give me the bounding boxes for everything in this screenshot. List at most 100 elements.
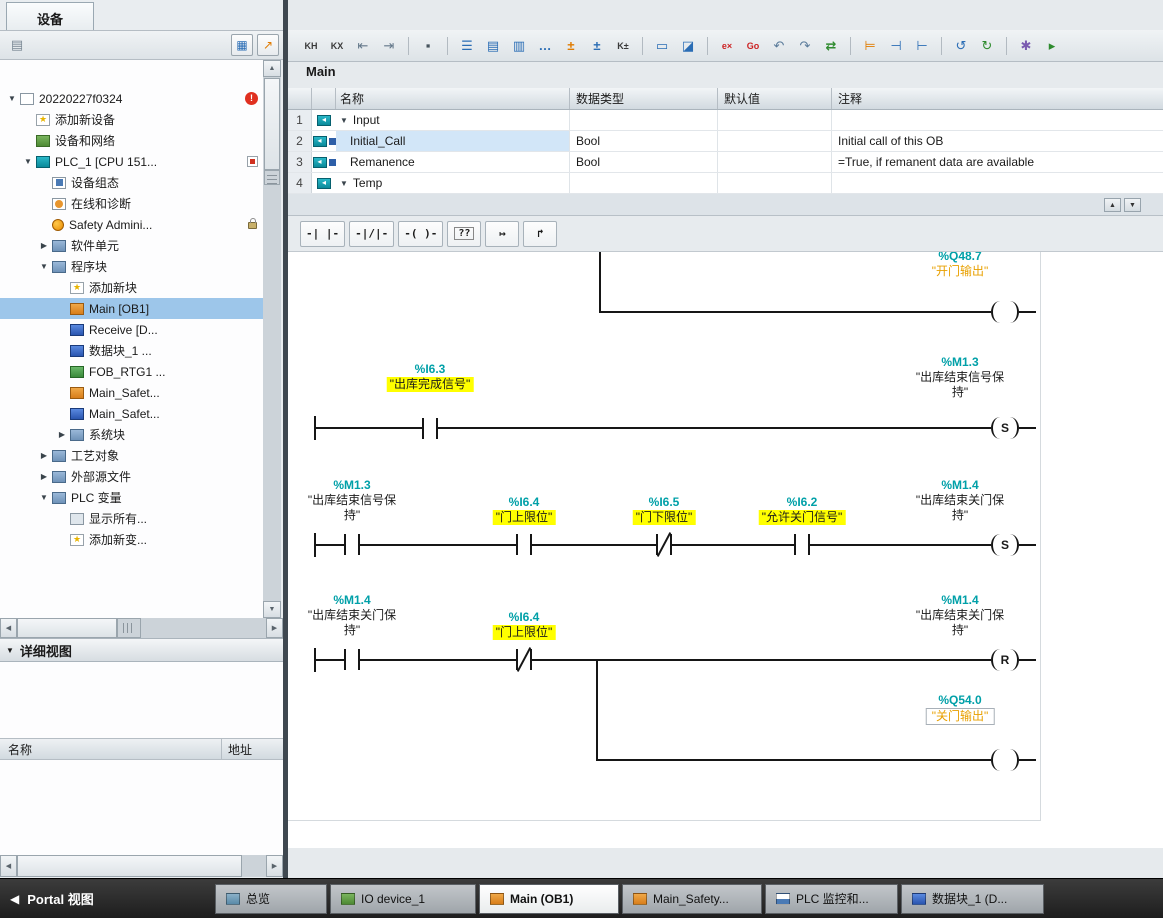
tree-item-program-blocks[interactable]: ▼ 程序块 [0,256,263,277]
detail-view-button[interactable]: ▦ [231,34,253,56]
settings-icon[interactable]: ✱ [1015,35,1037,57]
insert-input-icon[interactable]: ⊨ [859,35,881,57]
col-comment[interactable]: 注释 [832,88,1163,109]
palette-close-branch-button[interactable]: ↱ [523,221,557,247]
task-plc-monitor[interactable]: PLC 监控和... [765,884,898,914]
expander-icon[interactable]: ▶ [54,430,70,439]
scroll-right-button[interactable]: ▶ [266,618,283,638]
interface-icon[interactable]: ▪ [417,35,439,57]
jump-forward-icon[interactable]: ↷ [794,35,816,57]
goto-error-icon[interactable]: e× [716,35,738,57]
hscroll-thumb[interactable] [17,855,242,877]
hscroll-thumb[interactable] [17,618,117,638]
coil-close-door[interactable] [991,749,1019,771]
set-coil[interactable]: S [991,417,1019,439]
tree-item-tech-objects[interactable]: ▶ 工艺对象 [0,445,263,466]
collapse-up-button[interactable]: ▲ [1104,198,1121,212]
collapse-networks-icon[interactable]: ▥ [508,35,530,57]
table-row[interactable]: 3 Remanence Bool =True, if remanent data… [288,152,1163,173]
expander-icon[interactable]: ▼ [340,179,348,188]
empty-box-icon[interactable]: ▭ [651,35,673,57]
expander-icon[interactable]: ▶ [36,451,52,460]
col-name[interactable]: 名称 [336,88,570,109]
tree-item-external-sources[interactable]: ▶ 外部源文件 [0,466,263,487]
goto-definition-icon[interactable]: Go [742,35,764,57]
operand-label[interactable]: %M1.4 "出库结束关门保持" [911,478,1009,523]
absolute-operands-icon[interactable]: ± [560,35,582,57]
tree-item-main-ob1[interactable]: Main [OB1] [0,298,263,319]
tree-item-plc-tags[interactable]: ▼ PLC 变量 [0,487,263,508]
tree-item-main-safety-2[interactable]: Main_Safet... [0,403,263,424]
ladder-canvas[interactable]: %Q48.7 "开门输出" %I6.3 "出库完成信号" %M1.3 "出库结束… [288,252,1163,848]
task-overview[interactable]: 总览 [215,884,327,914]
operand-compare-icon[interactable]: K± [612,35,634,57]
task-main-ob1[interactable]: Main (OB1) [479,884,619,914]
network-list-icon[interactable]: ☰ [456,35,478,57]
operand-label[interactable]: %I6.5 "门下限位" [633,495,696,525]
monitor-icon[interactable]: ▸ [1041,35,1063,57]
scroll-left-button[interactable]: ◀ [0,855,17,877]
splitter-grip[interactable] [117,618,141,638]
expander-icon[interactable]: ▼ [36,262,52,271]
vscroll-thumb[interactable] [264,78,280,170]
palette-open-branch-button[interactable]: ↦ [485,221,519,247]
operand-label[interactable]: %I6.3 "出库完成信号" [387,362,474,392]
palette-nc-contact-button[interactable]: -|/|- [349,221,394,247]
palette-no-contact-button[interactable]: -| |- [300,221,345,247]
tree-item-safety-admin[interactable]: Safety Admini... [0,214,263,235]
expander-icon[interactable]: ▼ [20,157,36,166]
palette-coil-button[interactable]: -( )- [398,221,443,247]
nc-contact[interactable] [516,649,532,670]
operand-label[interactable]: %M1.4 "出库结束关门保持" [303,593,401,638]
expand-networks-icon[interactable]: ▤ [482,35,504,57]
operand-label[interactable]: %I6.4 "门上限位" [493,495,556,525]
tree-item-online-diagnostics[interactable]: 在线和诊断 [0,193,263,214]
tree-item-devices-networks[interactable]: 设备和网络 [0,130,263,151]
insert-branch-icon[interactable]: ⊢ [911,35,933,57]
no-contact[interactable] [344,534,360,555]
expander-icon[interactable]: ▶ [36,472,52,481]
jump-back-icon[interactable]: ↶ [768,35,790,57]
symbolic-operands-icon[interactable]: ± [586,35,608,57]
col-default[interactable]: 默认值 [718,88,832,109]
reset-coil[interactable]: R [991,649,1019,671]
operand-label[interactable]: %M1.4 "出库结束关门保持" [911,593,1009,638]
favorites-icon[interactable]: ◪ [677,35,699,57]
operand-label[interactable]: %Q54.0 "关门输出" [926,693,995,725]
detail-col-address[interactable]: 地址 [222,741,252,758]
expander-icon[interactable]: ▼ [36,493,52,502]
update-block-calls-icon[interactable]: ⇄ [820,35,842,57]
tree-item-datablock1[interactable]: 数据块_1 ... [0,340,263,361]
tab-devices[interactable]: 设备 [6,2,94,30]
palette-empty-box-button[interactable]: ?? [447,221,481,247]
tree-item-add-device[interactable]: 添加新设备 [0,109,263,130]
refresh-icon[interactable]: ↺ [950,35,972,57]
no-contact[interactable] [794,534,810,555]
operand-label[interactable]: %M1.3 "出库结束信号保持" [303,478,401,523]
expander-icon[interactable]: ▼ [340,116,348,125]
expander-icon[interactable]: ▼ [4,94,20,103]
table-row[interactable]: 2 Initial_Call Bool Initial call of this… [288,131,1163,152]
operand-label[interactable]: %I6.4 "门上限位" [493,610,556,640]
operand-label[interactable]: %Q48.7 "开门输出" [932,252,989,279]
scroll-left-button[interactable]: ◀ [0,618,17,638]
insert-output-icon[interactable]: ⊣ [885,35,907,57]
operand-label[interactable]: %I6.2 "允许关门信号" [759,495,846,525]
scroll-down-button[interactable]: ▼ [263,601,281,618]
tree-item-system-blocks[interactable]: ▶ 系统块 [0,424,263,445]
no-contact[interactable] [344,649,360,670]
task-io-device[interactable]: IO device_1 [330,884,476,914]
detail-view-header[interactable]: ▼ 详细视图 [0,638,283,662]
tree-item-software-units[interactable]: ▶ 软件单元 [0,235,263,256]
tree-item-receive-db[interactable]: Receive [D... [0,319,263,340]
compare-kh-icon[interactable]: KH [300,35,322,57]
tree-item-add-tag[interactable]: 添加新变... [0,529,263,550]
collapse-down-button[interactable]: ▼ [1124,198,1141,212]
tree-item-plc1[interactable]: ▼ PLC_1 [CPU 151... [0,151,263,172]
no-contact[interactable] [422,418,438,439]
tree-item-project[interactable]: ▼ 20220227f0324 ! [0,88,263,109]
table-row[interactable]: 1 ▼Input [288,110,1163,131]
task-main-safety[interactable]: Main_Safety... [622,884,762,914]
network-comments-icon[interactable]: … [534,35,556,57]
expander-icon[interactable]: ▶ [36,241,52,250]
